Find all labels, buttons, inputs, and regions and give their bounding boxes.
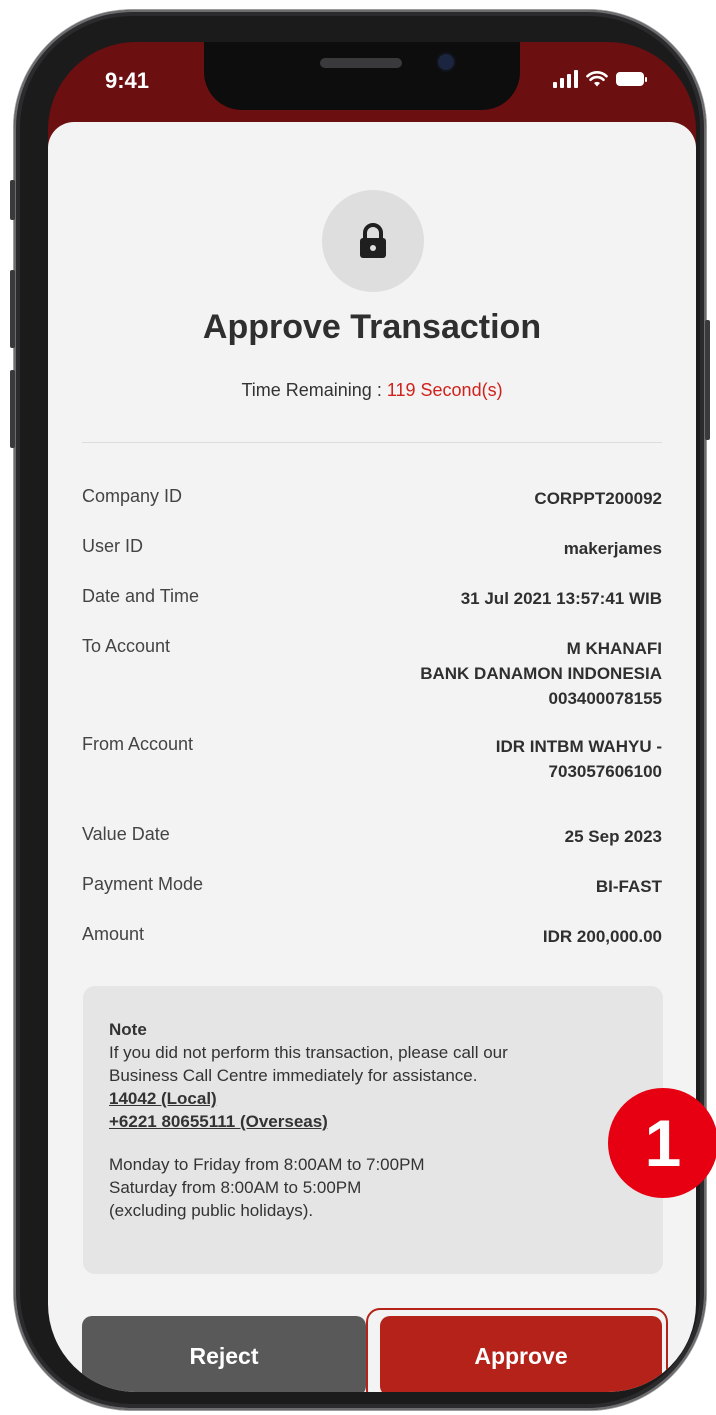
divider bbox=[82, 442, 662, 443]
detail-value: M KHANAFI BANK DANAMON INDONESIA 0034000… bbox=[420, 639, 662, 708]
status-time: 9:41 bbox=[105, 68, 150, 93]
battery-icon bbox=[616, 72, 647, 86]
detail-row-user-id: User ID makerjames bbox=[82, 536, 662, 561]
volume-up-button bbox=[10, 270, 15, 348]
detail-row-amount: Amount IDR 200,000.00 bbox=[82, 924, 662, 949]
detail-value: 31 Jul 2021 13:57:41 WIB bbox=[460, 589, 662, 608]
time-remaining: Time Remaining : 119 Second(s) bbox=[48, 380, 696, 401]
note-text: If you did not perform this transaction,… bbox=[109, 1043, 508, 1062]
detail-row-payment-mode: Payment Mode BI-FAST bbox=[82, 874, 662, 899]
detail-label: Company ID bbox=[82, 486, 183, 506]
mute-switch bbox=[10, 180, 15, 220]
wifi-icon bbox=[586, 71, 608, 87]
volume-down-button bbox=[10, 370, 15, 448]
detail-label: From Account bbox=[82, 734, 194, 754]
hours-text: Monday to Friday from 8:00AM to 7:00PM bbox=[109, 1155, 425, 1174]
phone-overseas-link[interactable]: +6221 80655111 (Overseas) bbox=[109, 1110, 643, 1133]
lock-badge bbox=[322, 190, 424, 292]
speaker-grille bbox=[320, 58, 402, 68]
detail-label: Value Date bbox=[82, 824, 170, 844]
power-button bbox=[705, 320, 710, 440]
step-badge: 1 bbox=[608, 1088, 716, 1198]
detail-label: Amount bbox=[82, 924, 145, 944]
status-icons bbox=[553, 70, 647, 88]
status-bar: 9:41 bbox=[48, 42, 696, 126]
note-box: Note If you did not perform this transac… bbox=[83, 986, 663, 1274]
detail-label: User ID bbox=[82, 536, 144, 556]
detail-row-to-account: To Account M KHANAFI BANK DANAMON INDONE… bbox=[82, 636, 662, 711]
detail-row-value-date: Value Date 25 Sep 2023 bbox=[82, 824, 662, 849]
notch bbox=[204, 42, 520, 110]
timer-label: Time Remaining : bbox=[241, 380, 387, 400]
reject-button[interactable]: Reject bbox=[82, 1316, 366, 1392]
detail-value: BI-FAST bbox=[595, 877, 662, 896]
detail-row-from-account: From Account IDR INTBM WAHYU - 703057606… bbox=[82, 734, 662, 784]
detail-value: 25 Sep 2023 bbox=[564, 827, 662, 846]
timer-value: 119 Second(s) bbox=[386, 380, 503, 400]
phone-local-link[interactable]: 14042 (Local) bbox=[109, 1087, 643, 1110]
note-title: Note bbox=[109, 1020, 147, 1039]
front-camera bbox=[438, 54, 454, 70]
detail-row-company-id: Company ID CORPPT200092 bbox=[82, 486, 662, 511]
detail-row-date-time: Date and Time 31 Jul 2021 13:57:41 WIB bbox=[82, 586, 662, 611]
detail-value: IDR INTBM WAHYU - 703057606100 bbox=[495, 737, 662, 781]
page-title: Approve Transaction bbox=[202, 308, 542, 346]
hours-text: (excluding public holidays). bbox=[109, 1201, 314, 1220]
detail-label: To Account bbox=[82, 636, 171, 656]
detail-label: Date and Time bbox=[82, 586, 200, 606]
approve-button[interactable]: Approve bbox=[380, 1316, 662, 1392]
detail-label: Payment Mode bbox=[82, 874, 204, 894]
signal-icon bbox=[553, 70, 578, 88]
phone-frame: 9:41 Approve Transaction Time Remaining … bbox=[10, 10, 710, 1410]
detail-value: IDR 200,000.00 bbox=[542, 927, 662, 946]
approval-sheet: Approve Transaction Time Remaining : 119… bbox=[48, 122, 696, 1392]
screen: 9:41 Approve Transaction Time Remaining … bbox=[48, 42, 696, 1392]
hours-text: Saturday from 8:00AM to 5:00PM bbox=[109, 1178, 362, 1197]
detail-value: CORPPT200092 bbox=[534, 489, 662, 508]
detail-value: makerjames bbox=[563, 539, 662, 558]
note-text: Business Call Centre immediately for ass… bbox=[109, 1066, 478, 1085]
lock-icon bbox=[360, 223, 386, 258]
